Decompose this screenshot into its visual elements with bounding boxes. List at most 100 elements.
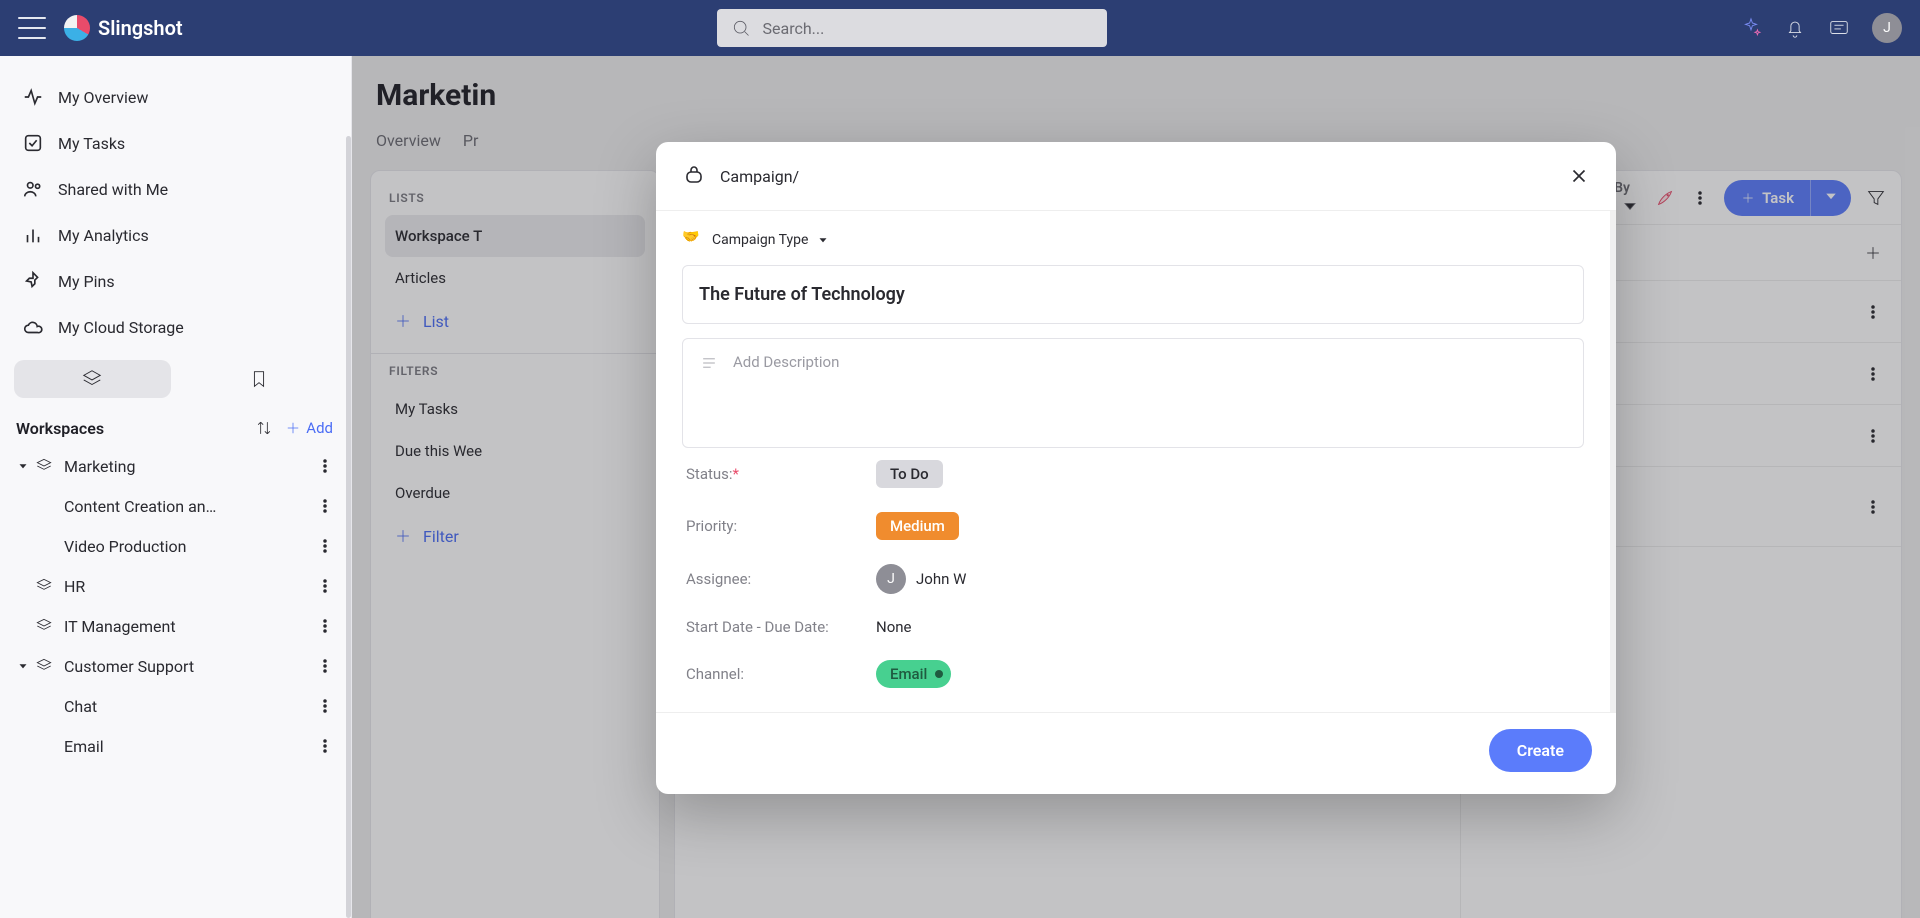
topbar: Slingshot J <box>0 0 1920 56</box>
description-field[interactable]: Add Description <box>682 338 1584 448</box>
activity-icon <box>22 86 44 108</box>
more-icon[interactable] <box>315 656 335 676</box>
nav-shared[interactable]: Shared with Me <box>10 166 341 212</box>
add-workspace-button[interactable]: Add <box>284 419 333 437</box>
bar-chart-icon <box>22 224 44 246</box>
status-chip[interactable]: To Do <box>876 460 943 488</box>
ws-label: IT Management <box>64 617 176 636</box>
description-placeholder: Add Description <box>733 353 839 433</box>
toggle-bookmarks[interactable] <box>181 360 338 398</box>
nav-label: My Cloud Storage <box>58 318 184 337</box>
ws-email[interactable]: Email <box>10 726 341 766</box>
more-icon[interactable] <box>315 496 335 516</box>
ws-label: Video Production <box>64 537 186 556</box>
checkbox-icon <box>22 132 44 154</box>
create-button[interactable]: Create <box>1489 729 1592 772</box>
chevron-down-icon <box>16 659 30 673</box>
nav-label: My Analytics <box>58 226 149 245</box>
assignee-value[interactable]: J John W <box>876 564 966 594</box>
sort-icon[interactable] <box>254 418 274 438</box>
campaign-type-selector[interactable]: 🤝 Campaign Type <box>682 229 1584 251</box>
plus-icon <box>284 419 302 437</box>
create-campaign-modal: Campaign/ 🤝 Campaign Type Add Descriptio… <box>656 142 1616 794</box>
modal-body: 🤝 Campaign Type Add Description Status:*… <box>656 211 1616 712</box>
ws-content-creation[interactable]: Content Creation an… <box>10 486 341 526</box>
layers-icon <box>34 576 54 596</box>
ws-hr[interactable]: HR <box>10 566 341 606</box>
more-icon[interactable] <box>315 456 335 476</box>
channel-value: Email <box>890 665 927 683</box>
nav-my-tasks[interactable]: My Tasks <box>10 120 341 166</box>
workspaces-header: Workspaces Add <box>10 412 341 446</box>
nav-my-overview[interactable]: My Overview <box>10 74 341 120</box>
more-icon[interactable] <box>315 696 335 716</box>
sidebar-toggle-row <box>14 360 337 398</box>
search-icon <box>731 18 751 38</box>
dates-value[interactable]: None <box>876 618 912 636</box>
brand-logo <box>64 15 90 41</box>
sparkle-icon[interactable] <box>1740 17 1762 39</box>
bell-icon[interactable] <box>1784 17 1806 39</box>
nav-label: My Overview <box>58 88 148 107</box>
ws-video-production[interactable]: Video Production <box>10 526 341 566</box>
ws-it-management[interactable]: IT Management <box>10 606 341 646</box>
priority-label: Priority: <box>686 517 876 535</box>
ws-label: Content Creation an… <box>64 497 216 516</box>
status-field: Status:* To Do <box>682 448 1584 500</box>
modal-overlay[interactable]: Campaign/ 🤝 Campaign Type Add Descriptio… <box>352 56 1920 918</box>
assignee-label: Assignee: <box>686 570 876 588</box>
ws-label: Marketing <box>64 457 135 476</box>
modal-footer: Create <box>656 712 1616 794</box>
priority-field: Priority: Medium <box>682 500 1584 552</box>
layers-icon <box>34 616 54 636</box>
description-icon <box>699 353 719 373</box>
channel-field: Channel: Email <box>682 648 1584 700</box>
nav-analytics[interactable]: My Analytics <box>10 212 341 258</box>
pin-icon <box>22 270 44 292</box>
main-area: Marketin Overview Pr LISTS Workspace T A… <box>352 56 1920 918</box>
ws-label: Email <box>64 737 104 756</box>
ws-label: Chat <box>64 697 97 716</box>
cloud-icon <box>22 316 44 338</box>
toggle-workspaces[interactable] <box>14 360 171 398</box>
bookmark-icon <box>248 368 270 390</box>
close-icon[interactable] <box>1568 165 1590 187</box>
priority-chip[interactable]: Medium <box>876 512 959 540</box>
ws-marketing[interactable]: Marketing <box>10 446 341 486</box>
nav-pins[interactable]: My Pins <box>10 258 341 304</box>
chevron-down-icon <box>16 459 30 473</box>
more-icon[interactable] <box>315 736 335 756</box>
more-icon[interactable] <box>315 616 335 636</box>
layers-icon <box>34 456 54 476</box>
more-icon[interactable] <box>315 536 335 556</box>
workspaces-title: Workspaces <box>16 419 104 438</box>
chip-dot-icon <box>935 670 943 678</box>
task-title-input[interactable] <box>682 265 1584 324</box>
sidebar-scroll-handle[interactable] <box>346 136 351 918</box>
avatar[interactable]: J <box>1872 13 1902 43</box>
add-label: Add <box>306 419 333 437</box>
dates-label: Start Date - Due Date: <box>686 618 876 636</box>
search-box[interactable] <box>717 9 1107 47</box>
layers-icon <box>81 368 103 390</box>
status-label: Status:* <box>686 465 876 483</box>
workspace-tree: Marketing Content Creation an… Video Pro… <box>10 446 341 766</box>
campaign-icon <box>682 164 706 188</box>
ws-label: Customer Support <box>64 657 194 676</box>
ws-customer-support[interactable]: Customer Support <box>10 646 341 686</box>
sidebar: My Overview My Tasks Shared with Me My A… <box>0 56 352 918</box>
ws-chat[interactable]: Chat <box>10 686 341 726</box>
more-icon[interactable] <box>315 576 335 596</box>
menu-icon[interactable] <box>18 17 46 39</box>
brand[interactable]: Slingshot <box>64 15 183 41</box>
search-input[interactable] <box>763 19 1093 38</box>
campaign-type-label: Campaign Type <box>712 232 808 248</box>
channel-chip[interactable]: Email <box>876 660 951 688</box>
topbar-actions: J <box>1740 13 1902 43</box>
layers-icon <box>34 656 54 676</box>
nav-cloud[interactable]: My Cloud Storage <box>10 304 341 350</box>
assignee-name: John W <box>916 570 966 588</box>
dates-field: Start Date - Due Date: None <box>682 606 1584 648</box>
brand-name: Slingshot <box>98 16 183 40</box>
chat-icon[interactable] <box>1828 17 1850 39</box>
